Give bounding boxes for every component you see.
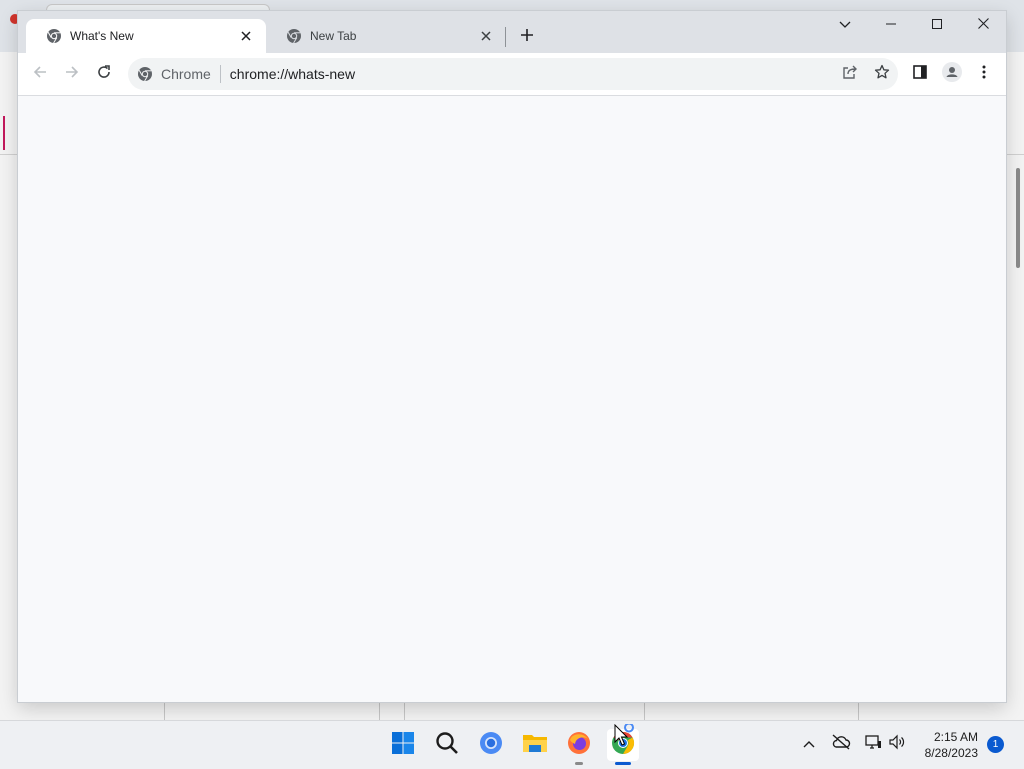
background-divider: [858, 702, 859, 720]
background-divider: [164, 702, 165, 720]
tab-strip: What's New New Tab: [18, 11, 1006, 53]
chrome-icon: [46, 28, 62, 44]
minimize-icon: [886, 16, 896, 34]
notification-badge[interactable]: 1: [987, 736, 1004, 753]
clock-date: 8/28/2023: [924, 746, 978, 760]
close-tab-icon[interactable]: [238, 28, 254, 44]
background-scrollbar[interactable]: [1016, 168, 1020, 268]
app-running-indicator: [575, 762, 583, 765]
profile-icon: [942, 61, 962, 87]
mouse-cursor: [614, 722, 638, 755]
maximize-icon: [932, 16, 942, 34]
address-separator: [219, 65, 221, 83]
side-panel-button[interactable]: [908, 62, 932, 86]
bookmark-button[interactable]: [870, 62, 894, 86]
windows-start-icon: [391, 731, 415, 760]
clock-time: 2:15 AM: [933, 730, 978, 744]
tab-whats-new[interactable]: What's New: [26, 19, 266, 53]
start-button[interactable]: [387, 729, 419, 761]
chromium-icon: [479, 731, 503, 760]
tab-new-tab[interactable]: New Tab: [266, 19, 506, 53]
arrow-right-icon: [64, 64, 80, 85]
url-text[interactable]: chrome://whats-new: [230, 66, 355, 82]
taskbar-chromium[interactable]: [475, 729, 507, 761]
minimize-button[interactable]: [868, 11, 914, 39]
app-active-indicator: [615, 762, 631, 765]
chevron-down-icon: [839, 16, 851, 34]
taskbar: 2:15 AM 8/28/2023 1: [0, 720, 1024, 769]
background-divider: [644, 702, 645, 720]
page-content: [18, 96, 1006, 702]
menu-button[interactable]: [972, 62, 996, 86]
share-button[interactable]: [838, 62, 862, 86]
chrome-icon: [286, 28, 302, 44]
reload-icon: [96, 64, 112, 85]
chevron-up-icon: [803, 735, 815, 753]
toolbar: Chrome chrome://whats-new: [18, 53, 1006, 96]
kebab-menu-icon: [982, 65, 986, 84]
taskbar-search-button[interactable]: [431, 729, 463, 761]
show-hidden-icons-button[interactable]: [798, 733, 820, 755]
clock[interactable]: 2:15 AM 8/28/2023: [916, 729, 978, 761]
volume-icon: [888, 734, 906, 755]
chrome-window: What's New New Tab Chrome chrome://whats…: [18, 11, 1006, 702]
chrome-icon: [137, 66, 153, 82]
network-button[interactable]: [862, 733, 884, 755]
close-tab-icon[interactable]: [478, 28, 494, 44]
forward-button[interactable]: [60, 62, 84, 86]
back-button[interactable]: [28, 62, 52, 86]
firefox-icon: [567, 731, 591, 760]
close-window-button[interactable]: [960, 11, 1006, 39]
taskbar-file-explorer[interactable]: [519, 729, 551, 761]
volume-button[interactable]: [886, 733, 908, 755]
background-accent-bar: [3, 116, 5, 150]
maximize-button[interactable]: [914, 11, 960, 39]
tab-separator: [505, 27, 506, 47]
tab-search-button[interactable]: [822, 11, 868, 39]
tab-label: New Tab: [310, 29, 357, 43]
site-chip-label: Chrome: [161, 66, 211, 82]
search-icon: [435, 731, 459, 760]
profile-button[interactable]: [940, 61, 964, 87]
background-divider: [404, 702, 405, 720]
close-icon: [977, 16, 989, 34]
cloud-offline-icon: [831, 733, 851, 755]
plus-icon: [520, 28, 534, 47]
onedrive-button[interactable]: [830, 733, 852, 755]
taskbar-firefox[interactable]: [563, 729, 595, 765]
tab-label: What's New: [70, 29, 134, 43]
address-bar[interactable]: Chrome chrome://whats-new: [128, 58, 898, 90]
side-panel-icon: [913, 64, 927, 84]
share-icon: [842, 64, 858, 85]
network-icon: [864, 734, 882, 755]
background-divider: [379, 702, 380, 720]
reload-button[interactable]: [92, 62, 116, 86]
star-icon: [874, 64, 890, 85]
file-explorer-icon: [522, 731, 548, 760]
arrow-left-icon: [32, 64, 48, 85]
new-tab-button[interactable]: [515, 25, 539, 49]
